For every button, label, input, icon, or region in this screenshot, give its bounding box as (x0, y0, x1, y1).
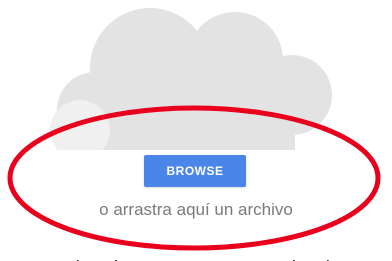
upload-dropzone[interactable]: BROWSE o arrastra aquí un archivo . , , … (0, 0, 392, 261)
drop-hint-text: o arrastra aquí un archivo (99, 200, 293, 219)
cloud-icon (50, 8, 332, 150)
clipped-text-fragment: . , , . (76, 250, 332, 261)
browse-button[interactable]: BROWSE (144, 155, 246, 187)
